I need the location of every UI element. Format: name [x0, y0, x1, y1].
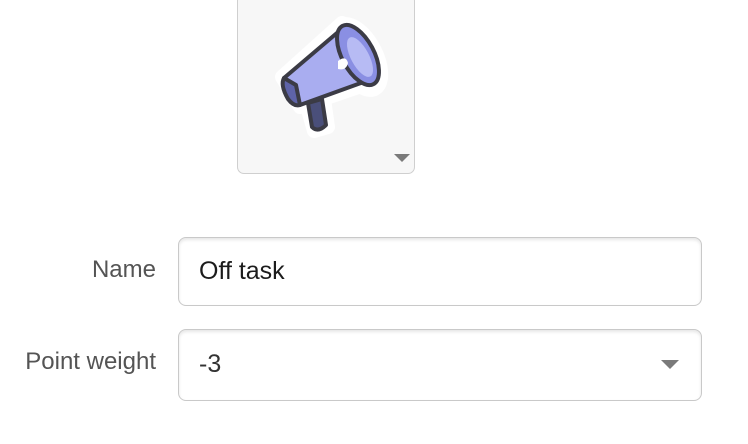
chevron-down-icon [394, 154, 410, 162]
name-input[interactable] [179, 238, 701, 305]
chevron-down-icon [661, 360, 679, 369]
point-weight-label: Point weight [25, 348, 156, 375]
name-label: Name [91, 256, 156, 283]
point-weight-value: -3 [199, 350, 222, 378]
behavior-editor: Name Point weight -3 [0, 0, 748, 444]
point-weight-select[interactable]: -3 [178, 329, 702, 401]
icon-picker-button[interactable] [237, 0, 415, 174]
megaphone-icon [275, 16, 389, 138]
name-field[interactable] [178, 237, 702, 306]
